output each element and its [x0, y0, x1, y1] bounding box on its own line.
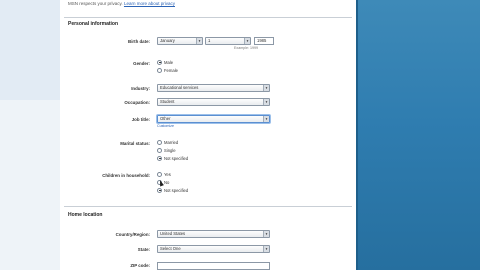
divider: [64, 17, 352, 18]
marital-option-label: Married: [164, 139, 179, 145]
marital-option-married[interactable]: Married: [157, 139, 178, 145]
right-side-panel: [356, 0, 480, 270]
country-select[interactable]: United States ▾: [157, 230, 270, 238]
radio-button[interactable]: [157, 171, 162, 177]
state-select[interactable]: Select One ▾: [157, 245, 270, 253]
birth-year-input[interactable]: 1985: [254, 37, 274, 45]
country-label: Country/Region:: [115, 232, 150, 237]
children-option-label: Not specified: [164, 187, 189, 193]
privacy-text: MSN respects your privacy.: [68, 1, 123, 6]
marital-option-single[interactable]: Single: [157, 147, 176, 153]
zip-label: ZIP code:: [130, 263, 150, 268]
occupation-value: Student: [160, 99, 175, 104]
marital-option-not-specified[interactable]: Not specified: [157, 155, 188, 161]
industry-value: Educational services: [160, 85, 199, 90]
radio-button[interactable]: [157, 139, 162, 145]
occupation-select[interactable]: Student ▾: [157, 98, 270, 106]
zip-input[interactable]: [157, 262, 270, 270]
birth-month-value: January: [160, 38, 175, 43]
side-panel-edge: [356, 0, 358, 270]
left-rail-shade: [0, 0, 60, 100]
job-title-select[interactable]: Other ▾: [157, 115, 270, 123]
chevron-down-icon: ▾: [263, 231, 269, 237]
gender-option-label: Male: [164, 59, 174, 65]
divider: [64, 206, 352, 207]
state-label: State:: [137, 247, 150, 252]
chevron-down-icon: ▾: [263, 246, 269, 252]
chevron-down-icon: ▾: [263, 85, 269, 91]
children-option-label: No: [164, 179, 170, 185]
privacy-link[interactable]: Learn more about privacy: [124, 1, 175, 6]
marital-option-label: Single: [164, 147, 176, 153]
birth-month-select[interactable]: January ▾: [157, 37, 203, 45]
marital-status-label: Marital status:: [120, 141, 150, 146]
marital-option-label: Not specified: [164, 155, 189, 161]
home-location-title: Home location: [68, 212, 103, 218]
chevron-down-icon: ▾: [244, 38, 250, 44]
gender-option-label: Female: [164, 67, 178, 73]
country-value: United States: [160, 231, 186, 236]
gender-option-male[interactable]: Male: [157, 59, 173, 65]
radio-button[interactable]: [157, 59, 162, 65]
children-option-yes[interactable]: Yes: [157, 171, 171, 177]
birth-day-value: 1: [208, 38, 211, 43]
job-title-customize-link[interactable]: Customize: [157, 124, 174, 128]
chevron-down-icon: ▾: [196, 38, 202, 44]
industry-label: Industry:: [131, 86, 150, 91]
children-label: Children in household:: [102, 173, 150, 178]
children-option-label: Yes: [164, 171, 171, 177]
job-title-label: Job title:: [131, 117, 150, 122]
radio-button[interactable]: [157, 155, 162, 161]
personal-info-title: Personal information: [68, 21, 119, 27]
radio-button[interactable]: [157, 187, 162, 193]
radio-button[interactable]: [157, 147, 162, 153]
state-value: Select One: [160, 246, 181, 251]
birth-date-label: Birth date:: [128, 39, 150, 44]
privacy-note: MSN respects your privacy. Learn more ab…: [68, 1, 175, 6]
radio-button[interactable]: [157, 67, 162, 73]
chevron-down-icon: ▾: [263, 116, 269, 122]
job-title-value: Other: [160, 116, 171, 121]
gender-label: Gender:: [133, 61, 150, 66]
registration-form: MSN respects your privacy. Learn more ab…: [62, 0, 354, 270]
chevron-down-icon: ▾: [263, 99, 269, 105]
industry-select[interactable]: Educational services ▾: [157, 84, 270, 92]
children-option-not-specified[interactable]: Not specified: [157, 187, 188, 193]
birth-year-hint: Example: 1999: [234, 46, 258, 50]
gender-option-female[interactable]: Female: [157, 67, 178, 73]
left-rail: [0, 0, 60, 270]
birth-day-select[interactable]: 1 ▾: [205, 37, 251, 45]
occupation-label: Occupation:: [124, 100, 150, 105]
